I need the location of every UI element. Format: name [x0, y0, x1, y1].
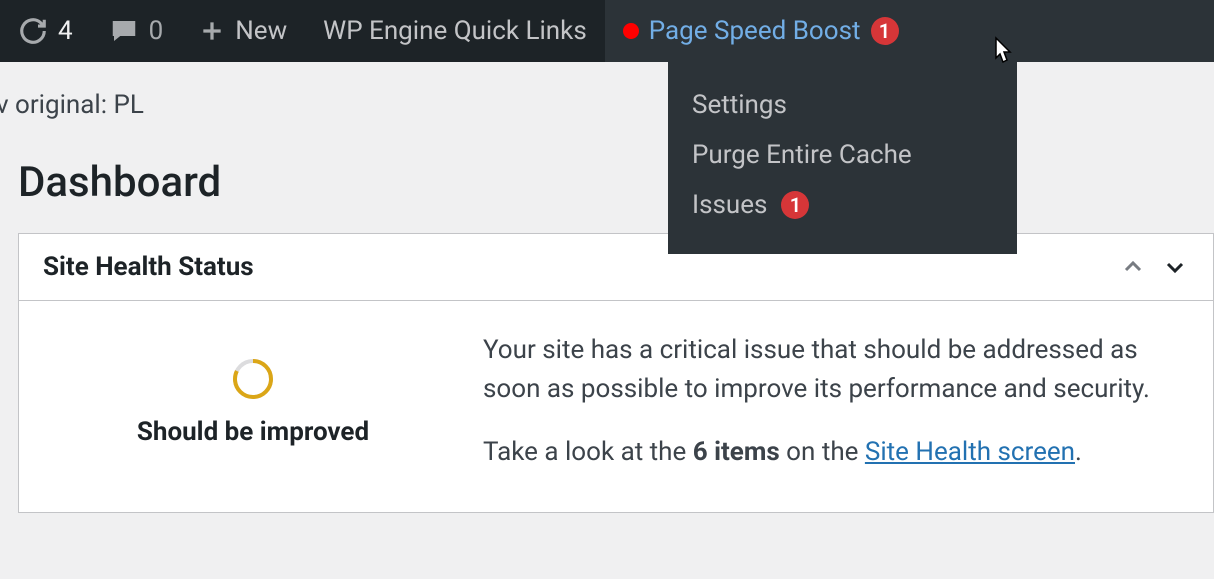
comments-count: 0 — [149, 16, 164, 46]
page-speed-boost-item[interactable]: Page Speed Boost 1 — [605, 0, 1214, 62]
submenu-purge-cache[interactable]: Purge Entire Cache — [668, 130, 1017, 180]
wpe-quicklinks-label: WP Engine Quick Links — [323, 16, 587, 46]
updates-item[interactable]: 4 — [0, 0, 91, 62]
new-label: New — [235, 16, 287, 46]
submenu-settings[interactable]: Settings — [668, 80, 1017, 130]
page-speed-boost-label: Page Speed Boost — [649, 16, 861, 46]
new-item[interactable]: New — [181, 0, 305, 62]
admin-bar: 4 0 New WP Engine Quick Links Page Speed… — [0, 0, 1214, 62]
comment-icon — [109, 16, 139, 46]
comments-item[interactable]: 0 — [91, 0, 182, 62]
submenu-issues[interactable]: Issues 1 — [668, 180, 1017, 230]
site-health-status-label: Should be improved — [137, 417, 369, 447]
progress-ring-icon — [231, 357, 275, 401]
refresh-icon — [18, 16, 48, 46]
msg2-items-count: 6 items — [693, 437, 780, 467]
site-health-msg-2: Take a look at the 6 items on the Site H… — [483, 433, 1189, 472]
updates-count: 4 — [58, 16, 73, 46]
msg2-mid: on the — [780, 437, 865, 467]
plus-icon — [199, 18, 225, 44]
page-title: Dashboard — [0, 120, 1214, 233]
psb-badge: 1 — [871, 17, 899, 45]
status-dot-icon — [623, 23, 639, 39]
msg2-post: . — [1075, 437, 1082, 467]
msg2-pre: Take a look at the — [483, 437, 693, 467]
site-health-message: Your site has a critical issue that shou… — [483, 331, 1189, 472]
content-area: v original: PL Dashboard Site Health Sta… — [0, 62, 1214, 513]
original-line: v original: PL — [0, 62, 1214, 120]
submenu-purge-label: Purge Entire Cache — [692, 140, 912, 170]
site-health-msg-1: Your site has a critical issue that shou… — [483, 331, 1189, 409]
status-column: Should be improved — [43, 357, 463, 447]
issues-badge: 1 — [781, 191, 809, 219]
page-speed-boost-submenu: Settings Purge Entire Cache Issues 1 — [668, 62, 1017, 254]
submenu-settings-label: Settings — [692, 90, 787, 120]
wpe-quicklinks-item[interactable]: WP Engine Quick Links — [305, 0, 605, 62]
collapse-down-icon[interactable] — [1161, 253, 1189, 281]
site-health-panel-title: Site Health Status — [43, 252, 254, 282]
site-health-panel-header: Site Health Status — [19, 234, 1213, 301]
panel-controls — [1119, 253, 1189, 281]
collapse-up-icon[interactable] — [1119, 253, 1147, 281]
submenu-issues-label: Issues — [692, 190, 767, 220]
site-health-screen-link[interactable]: Site Health screen — [865, 437, 1075, 467]
site-health-panel-body: Should be improved Your site has a criti… — [19, 301, 1213, 512]
site-health-panel: Site Health Status Should be improved Yo… — [18, 233, 1214, 513]
